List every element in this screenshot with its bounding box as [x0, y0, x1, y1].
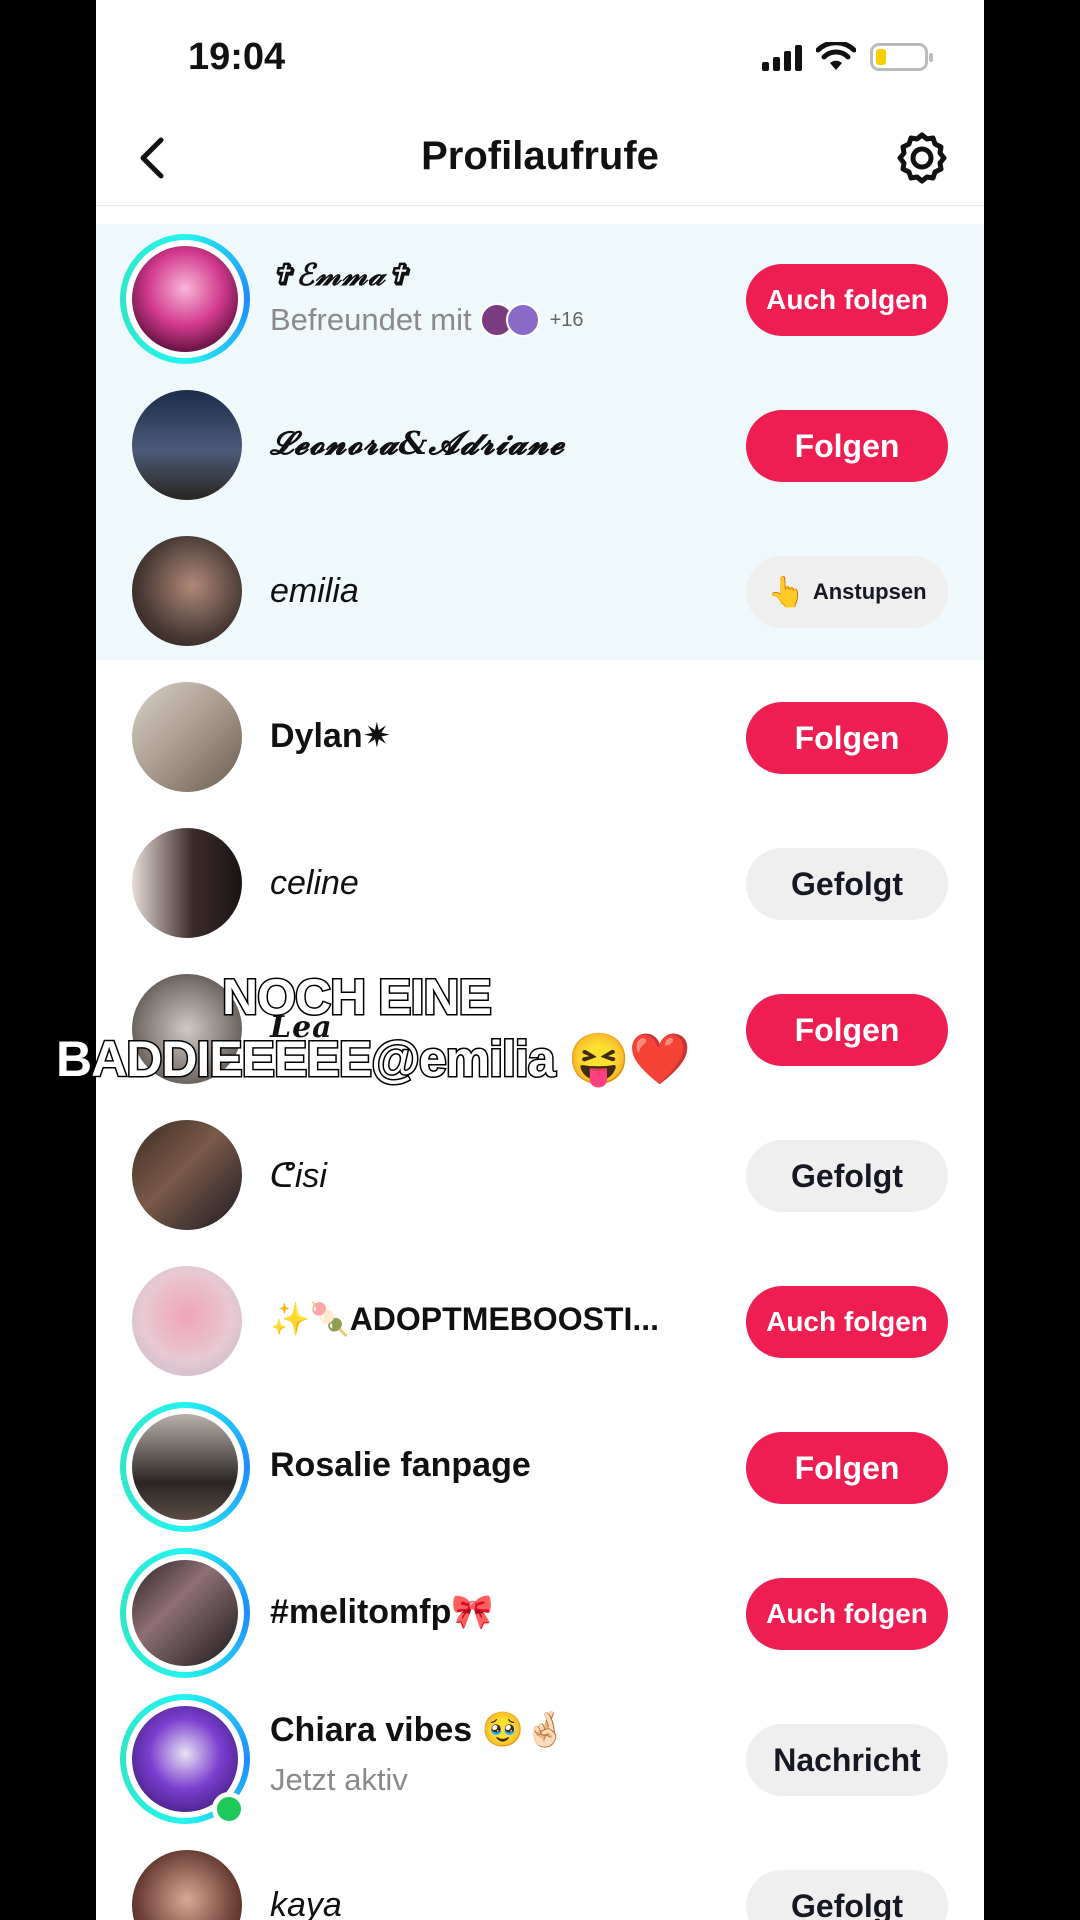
- user-name[interactable]: ✞ℰ𝓂𝓂𝒶✞: [270, 258, 412, 293]
- follow-back-button[interactable]: Auch folgen: [746, 1286, 948, 1358]
- user-name[interactable]: Chiara vibes 🥹🤞🏻: [270, 1710, 566, 1750]
- avatar[interactable]: [132, 974, 242, 1084]
- list-item[interactable]: emilia 👆 Anstupsen: [96, 518, 984, 664]
- list-item[interactable]: Rosalie fanpage Folgen: [96, 1394, 984, 1540]
- user-name[interactable]: Dylan✷: [270, 716, 391, 756]
- following-button[interactable]: Gefolgt: [746, 848, 948, 920]
- following-button[interactable]: Gefolgt: [746, 1140, 948, 1212]
- user-name[interactable]: ᕦisi: [270, 1156, 327, 1196]
- mutual-friends: Befreundet mit +16: [270, 302, 584, 338]
- mutual-count: +16: [549, 308, 584, 331]
- avatar[interactable]: [132, 390, 242, 500]
- active-status: Jetzt aktiv: [270, 1762, 408, 1797]
- message-button[interactable]: Nachricht: [746, 1724, 948, 1796]
- status-time: 19:04: [188, 36, 286, 78]
- settings-button[interactable]: [894, 130, 950, 186]
- header: Profilaufrufe: [96, 110, 984, 206]
- page-title: Profilaufrufe: [421, 134, 659, 178]
- gear-icon: [897, 132, 947, 184]
- avatar[interactable]: [132, 828, 242, 938]
- user-name[interactable]: #melitomfp🎀: [270, 1592, 494, 1632]
- list-item[interactable]: celine Gefolgt: [96, 810, 984, 956]
- mutual-label: Befreundet mit: [270, 302, 472, 337]
- user-name[interactable]: celine: [270, 864, 359, 903]
- wifi-icon: [816, 42, 856, 70]
- follow-back-button[interactable]: Auch folgen: [746, 1578, 948, 1650]
- list-item[interactable]: ᕦisi Gefolgt: [96, 1102, 984, 1248]
- user-name[interactable]: ✨🍡ADOPTMEBOOSTI...: [270, 1300, 659, 1338]
- user-name[interactable]: Rosalie fanpage: [270, 1446, 531, 1485]
- avatar[interactable]: [132, 1120, 242, 1230]
- status-bar: 19:04: [96, 0, 984, 110]
- list-item[interactable]: 𝓛𝓮𝓸𝓷𝓸𝓻𝓪&𝓐𝓭𝓻𝓲𝓪𝓷𝓮 Folgen: [96, 372, 984, 518]
- status-icons: [762, 42, 933, 72]
- avatar[interactable]: [132, 536, 242, 646]
- following-button[interactable]: Gefolgt: [746, 1870, 948, 1920]
- avatar[interactable]: [132, 1266, 242, 1376]
- phone-screen: 19:04 Profilaufrufe ✞ℰ𝓂𝓂𝒶✞ Befreundet mi…: [96, 0, 984, 1920]
- user-name[interactable]: kaya: [270, 1886, 342, 1920]
- user-name[interactable]: emilia: [270, 572, 359, 611]
- list-item[interactable]: ✞ℰ𝓂𝓂𝒶✞ Befreundet mit +16 Auch folgen: [96, 226, 984, 372]
- avatar[interactable]: [132, 1850, 242, 1920]
- follow-button[interactable]: Folgen: [746, 994, 948, 1066]
- online-status-dot: [212, 1792, 246, 1826]
- poke-label: Anstupsen: [812, 579, 927, 604]
- follow-button[interactable]: Folgen: [746, 702, 948, 774]
- battery-icon: [870, 43, 933, 71]
- list-item[interactable]: Chiara vibes 🥹🤞🏻 Jetzt aktiv Nachricht: [96, 1686, 984, 1832]
- follow-button[interactable]: Folgen: [746, 1432, 948, 1504]
- avatar[interactable]: [120, 1548, 250, 1678]
- user-name[interactable]: Lea: [270, 1010, 333, 1045]
- signal-icon: [762, 43, 802, 71]
- user-name[interactable]: 𝓛𝓮𝓸𝓷𝓸𝓻𝓪&𝓐𝓭𝓻𝓲𝓪𝓷𝓮: [270, 424, 565, 463]
- mutual-avatars: [479, 303, 540, 337]
- avatar[interactable]: [132, 682, 242, 792]
- list-item[interactable]: ✨🍡ADOPTMEBOOSTI... Auch folgen: [96, 1248, 984, 1394]
- poke-button[interactable]: 👆 Anstupsen: [746, 556, 948, 628]
- list-item[interactable]: #melitomfp🎀 Auch folgen: [96, 1540, 984, 1686]
- avatar[interactable]: [120, 234, 250, 364]
- list-item[interactable]: kaya Gefolgt: [96, 1832, 984, 1920]
- follow-button[interactable]: Folgen: [746, 410, 948, 482]
- list-item[interactable]: Dylan✷ Folgen: [96, 664, 984, 810]
- list-item[interactable]: Lea Folgen: [96, 956, 984, 1102]
- follow-back-button[interactable]: Auch folgen: [746, 264, 948, 336]
- avatar[interactable]: [120, 1402, 250, 1532]
- pointing-hand-icon: 👆: [767, 575, 805, 609]
